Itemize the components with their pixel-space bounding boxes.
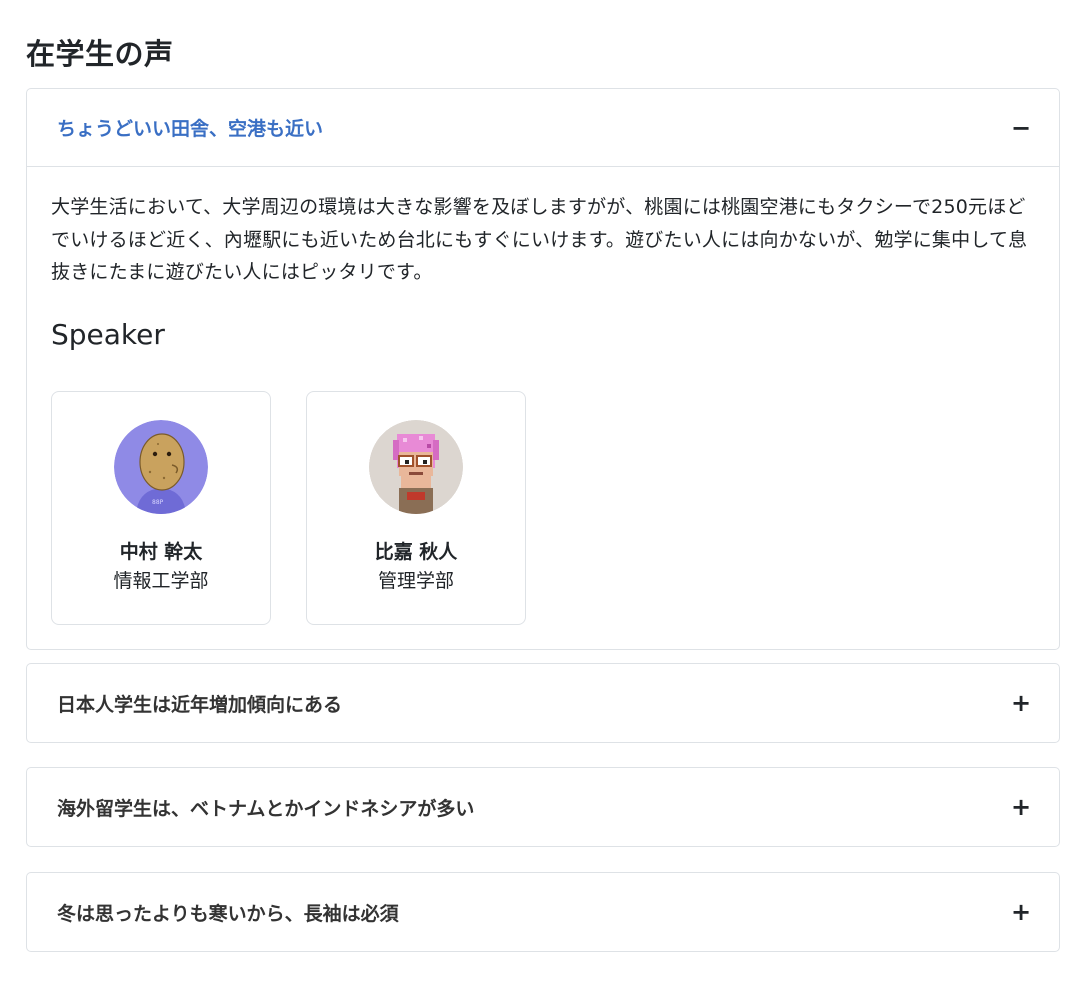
accordion-body: 大学生活において、大学周辺の環境は大きな影響を及ぼしますがが、桃園には桃園空港に… bbox=[27, 167, 1059, 649]
accordion-item-rural-airport: ちょうどいい田舎、空港も近い − 大学生活において、大学周辺の環境は大きな影響を… bbox=[26, 88, 1060, 650]
accordion-title: 日本人学生は近年増加傾向にある bbox=[57, 693, 343, 716]
minus-icon[interactable]: − bbox=[1011, 116, 1031, 140]
speaker-list: 88P 中村 幹太 情報工学部 比嘉 秋人 管理学部 bbox=[51, 390, 1035, 625]
speaker-name: 中村 幹太 bbox=[119, 540, 203, 563]
accordion-item-japanese-students: 日本人学生は近年増加傾向にある + bbox=[26, 663, 1060, 743]
speaker-name: 比嘉 秋人 bbox=[374, 540, 458, 563]
accordion-item-winter-cold: 冬は思ったよりも寒いから、長袖は必須 + bbox=[26, 872, 1060, 952]
plus-icon[interactable]: + bbox=[1011, 795, 1031, 819]
pixel-character-avatar-icon bbox=[369, 419, 463, 514]
accordion-header[interactable]: 海外留学生は、ベトナムとかインドネシアが多い + bbox=[27, 768, 1059, 846]
speaker-card: 比嘉 秋人 管理学部 bbox=[306, 390, 526, 625]
potato-character-avatar-icon: 88P bbox=[114, 419, 208, 514]
plus-icon[interactable]: + bbox=[1011, 691, 1031, 715]
accordion-header[interactable]: 日本人学生は近年増加傾向にある + bbox=[27, 664, 1059, 742]
accordion-title: 海外留学生は、ベトナムとかインドネシアが多い bbox=[57, 797, 475, 820]
speaker-heading: Speaker bbox=[51, 317, 165, 351]
page: 在学生の声 ちょうどいい田舎、空港も近い − 大学生活において、大学周辺の環境は… bbox=[0, 0, 1088, 1005]
plus-icon[interactable]: + bbox=[1011, 900, 1031, 924]
speaker-department: 情報工学部 bbox=[113, 569, 209, 592]
accordion-title: 冬は思ったよりも寒いから、長袖は必須 bbox=[57, 902, 399, 925]
testimonial-text: 大学生活において、大学周辺の環境は大きな影響を及ぼしますがが、桃園には桃園空港に… bbox=[51, 196, 1028, 283]
accordion-header[interactable]: 冬は思ったよりも寒いから、長袖は必須 + bbox=[27, 873, 1059, 951]
speaker-card: 88P 中村 幹太 情報工学部 bbox=[51, 390, 271, 625]
svg-text:88P: 88P bbox=[152, 499, 164, 506]
speaker-department: 管理学部 bbox=[377, 569, 454, 592]
accordion-item-international-students: 海外留学生は、ベトナムとかインドネシアが多い + bbox=[26, 767, 1060, 847]
page-title: 在学生の声 bbox=[26, 37, 174, 71]
accordion-header[interactable]: ちょうどいい田舎、空港も近い − bbox=[27, 89, 1059, 167]
accordion-title: ちょうどいい田舎、空港も近い bbox=[57, 118, 324, 140]
